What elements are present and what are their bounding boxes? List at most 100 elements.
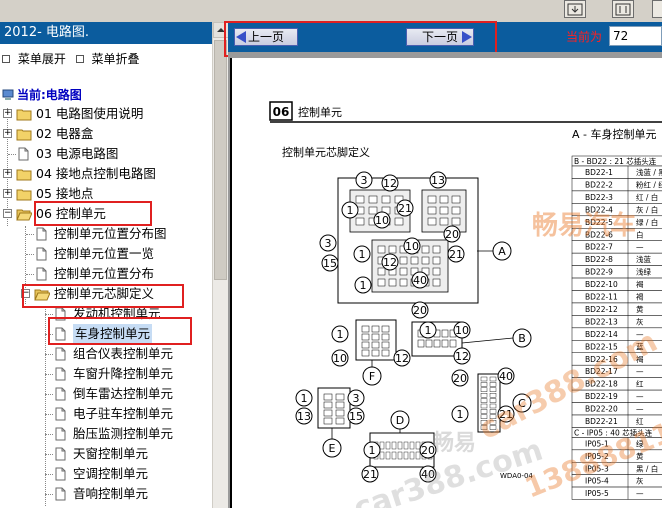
collapse-toggle-icon[interactable]: − [3, 209, 12, 218]
pin-number-label: A [498, 245, 506, 258]
tree-item[interactable]: 03 电源电路图 [0, 144, 210, 164]
table-pin: BD22-15 [585, 342, 618, 351]
expand-toggle-icon[interactable]: + [3, 169, 12, 178]
pin-cell [335, 409, 345, 417]
table-color: — [636, 489, 644, 498]
tree-item[interactable]: 控制单元位置分布图 [0, 224, 210, 244]
tree-item[interactable]: 倒车雷达控制单元 [0, 384, 210, 404]
pin-cell [385, 441, 391, 450]
pin-cell [439, 195, 449, 204]
tree-item[interactable]: 控制单元位置分布 [0, 264, 210, 284]
highlight-box-selected [48, 317, 192, 345]
tree-item-label: 04 接地点控制电路图 [36, 166, 156, 181]
pin-number-label: 10 [455, 324, 469, 337]
left-scrollbar[interactable] [212, 22, 228, 508]
table-color: 白 [636, 229, 644, 239]
tree-item[interactable]: 空调控制单元 [0, 464, 210, 484]
top-toolbar [0, 0, 662, 22]
pin-cell [421, 256, 430, 265]
tree-connector [45, 454, 53, 455]
tree-item-label: 组合仪表控制单元 [73, 346, 174, 361]
pin-cell [441, 339, 449, 348]
tree-item-label: 02 电器盒 [36, 126, 94, 141]
tree-item[interactable]: 天窗控制单元 [0, 444, 210, 464]
table-color: 红 / 白 [636, 192, 658, 202]
current-page-label: 当前为 [566, 30, 603, 44]
pin-cell [377, 278, 386, 287]
pin-cell [409, 451, 415, 460]
left-title-bar: 2012- 电路图. [0, 22, 212, 44]
menu-collapse-link[interactable]: 菜单折叠 [92, 50, 140, 67]
current-location: 当前:电路图 [2, 86, 82, 103]
document-icon [53, 347, 69, 361]
pin-cell [480, 420, 488, 425]
tree-item-label: 03 电源电路图 [36, 146, 119, 161]
pin-cell [385, 451, 391, 460]
pin-number-label: 1 [347, 204, 354, 217]
page-number-input[interactable] [609, 26, 662, 46]
tree-item[interactable]: 车窗升降控制单元 [0, 364, 210, 384]
tree-item[interactable]: +04 接地点控制电路图 [0, 164, 210, 184]
pin-number-label: 12 [455, 350, 469, 363]
pin-cell [480, 382, 488, 387]
pin-cell [381, 325, 390, 333]
tree-item[interactable]: +01 电路图使用说明 [0, 104, 210, 124]
pin-number-label: 1 [359, 248, 366, 261]
table-pin: BD22-14 [585, 330, 618, 339]
table-color: — [636, 243, 644, 252]
table-pin: IP05-4 [585, 477, 609, 486]
pin-cell [489, 425, 497, 430]
pin-cell [381, 349, 390, 357]
expand-toggle-icon[interactable]: + [3, 189, 12, 198]
tree-item-label: 控制单元位置一览 [54, 246, 155, 261]
pin-number-label: 12 [383, 177, 397, 190]
pin-number-label: F [369, 370, 375, 383]
table-pin: BD22-5 [585, 218, 613, 227]
left-navigation-pane: 2012- 电路图. 菜单展开 菜单折叠 当前:电路图 +01 电路图使用说明 +… [0, 22, 228, 508]
expand-toggle-icon[interactable]: + [3, 129, 12, 138]
menu-expand-link[interactable]: 菜单展开 [18, 50, 66, 67]
pin-cell [489, 414, 497, 419]
toolbar-button-2[interactable] [612, 0, 634, 18]
pin-cell [480, 398, 488, 403]
toolbar-button-3[interactable] [652, 0, 662, 18]
pin-cell [379, 441, 385, 450]
pin-number-label: 21 [499, 408, 513, 421]
highlight-box-folder [34, 201, 152, 226]
table-pin: BD22-8 [585, 255, 613, 264]
pin-number-label: 21 [398, 202, 412, 215]
tree-item[interactable]: 胎压监测控制单元 [0, 424, 210, 444]
pin-cell [377, 267, 386, 276]
pinout-drawing: 06 控制单元控制单元芯脚定义 A - 车身控制单元 B - BD22 : 21 芯插… [269, 101, 662, 500]
pin-cell [381, 333, 390, 341]
scroll-thumb[interactable] [214, 40, 227, 280]
table-pin: BD22-12 [585, 305, 618, 314]
table-header-c-text: C - IP05 : 40 芯插头连 [574, 427, 653, 437]
table-pin: BD22-10 [585, 280, 618, 289]
pin-cell [489, 403, 497, 409]
toolbar-button-1[interactable] [564, 0, 586, 18]
pin-cell [391, 451, 397, 460]
pin-number-label: 1 [301, 392, 308, 405]
pin-number-label: E [329, 442, 336, 455]
pin-cell [323, 417, 333, 425]
expand-toggle-icon[interactable]: + [3, 109, 12, 118]
tree-item-label: 倒车雷达控制单元 [73, 386, 174, 401]
pin-number-label: 13 [297, 410, 311, 423]
tree-item-label: 控制单元位置分布 [54, 266, 155, 281]
document-icon [53, 427, 69, 441]
table-pin: BD22-2 [585, 180, 613, 189]
document-viewer[interactable]: 06 控制单元 控制单元芯脚定义 A - 车身控制单元 B - BD22 : 21 芯插… [228, 52, 662, 508]
tree-item[interactable]: 组合仪表控制单元 [0, 344, 210, 364]
table-color: 灰 [636, 476, 644, 486]
pin-cell [361, 341, 370, 349]
tree-item[interactable]: 音响控制单元 [0, 484, 210, 504]
folder-open-icon [16, 207, 33, 221]
tree-connector [45, 434, 53, 435]
tree-item[interactable]: 控制单元位置一览 [0, 244, 210, 264]
tree-item[interactable]: 电子驻车控制单元 [0, 404, 210, 424]
tree-item[interactable]: +02 电器盒 [0, 124, 210, 144]
pin-number-label: 12 [383, 256, 397, 269]
table-pin: IP05-5 [585, 489, 609, 498]
pin-cell [489, 420, 497, 425]
